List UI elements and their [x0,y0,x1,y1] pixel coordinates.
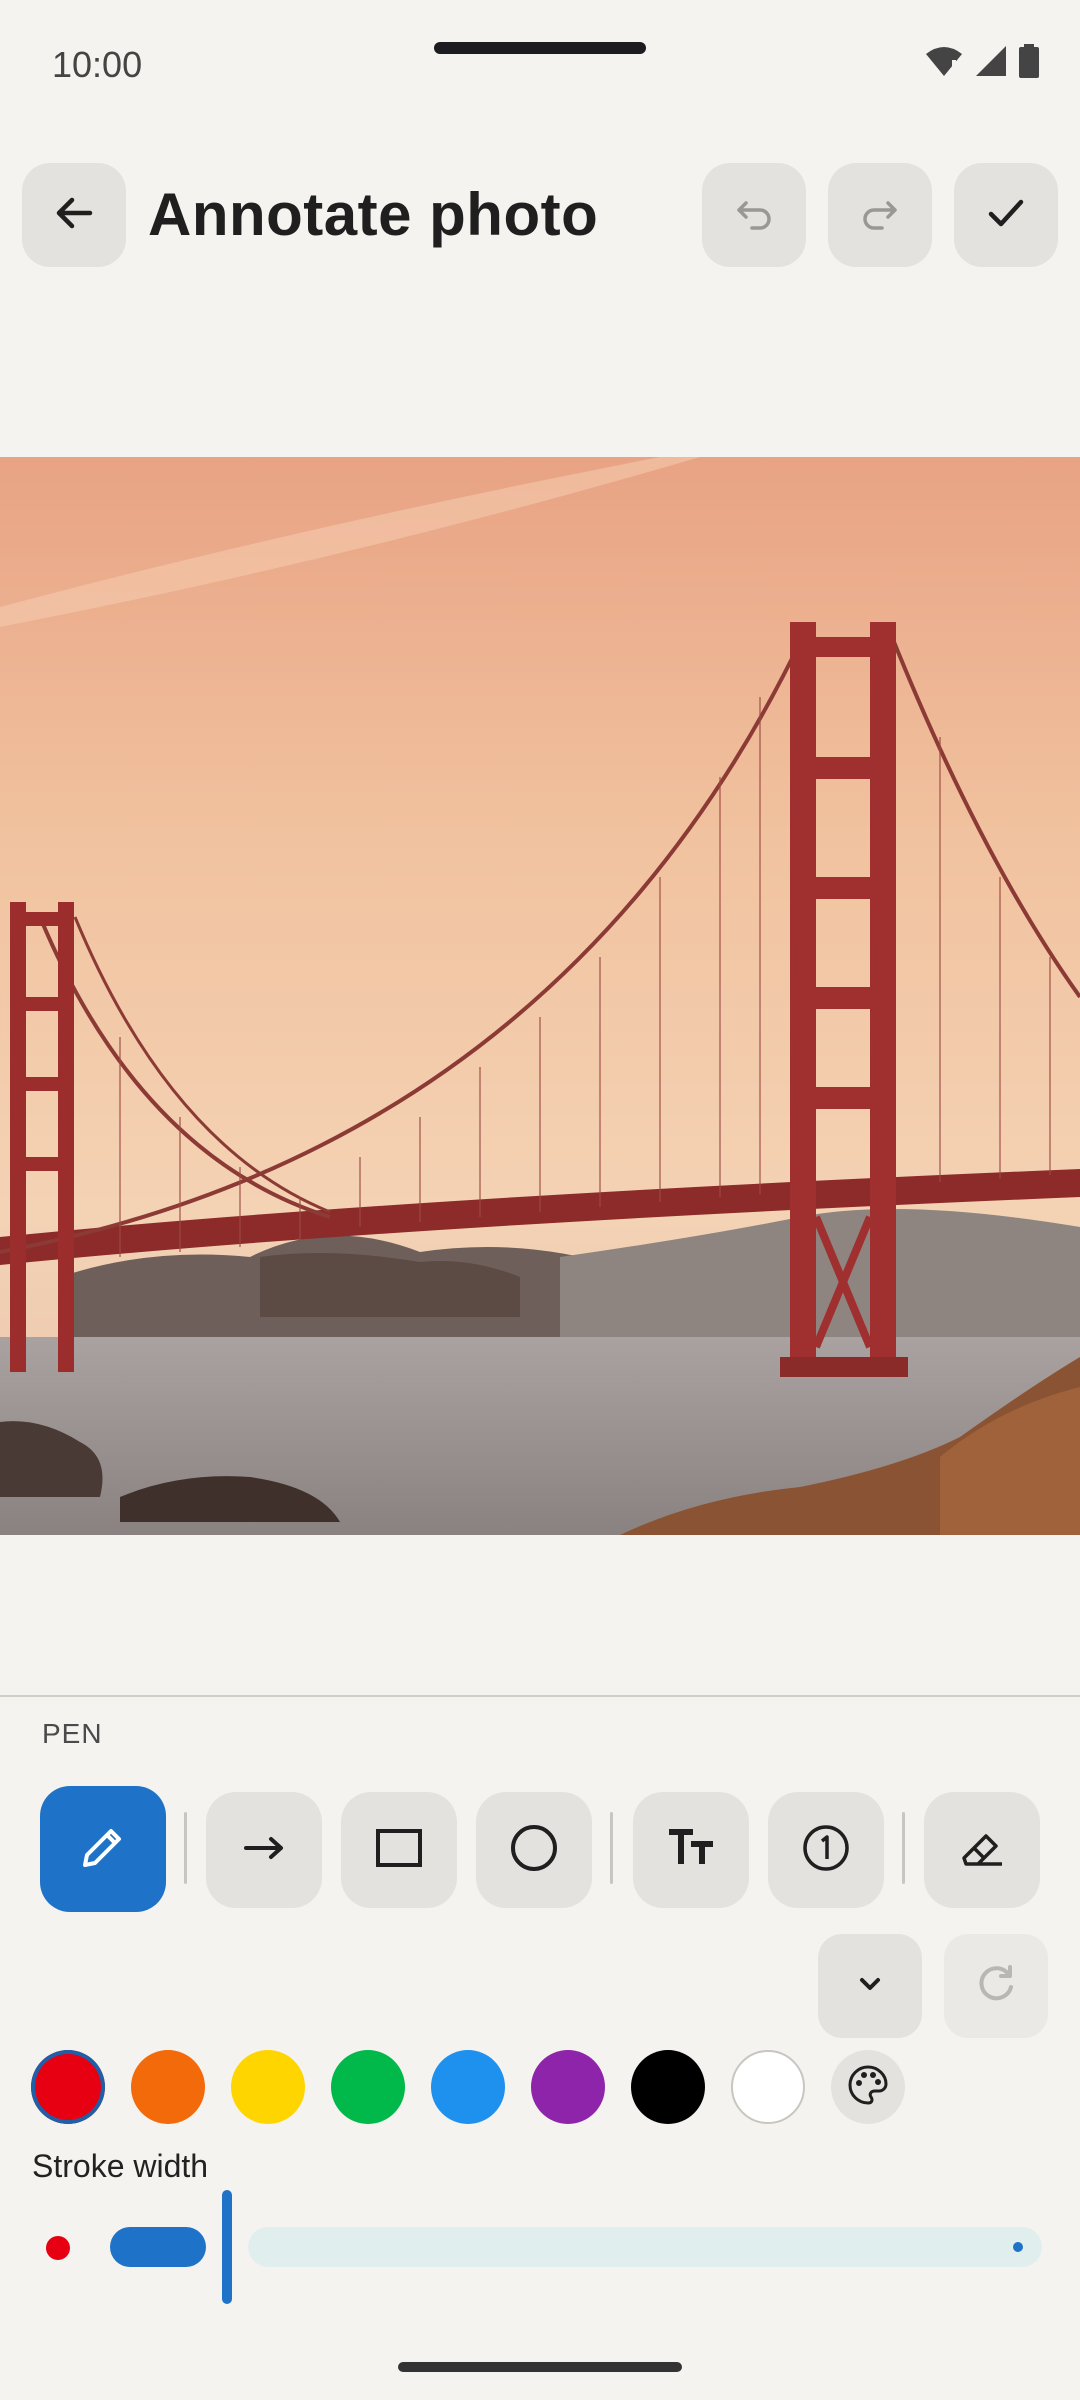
undo-button[interactable] [702,163,806,267]
status-icons [924,44,1040,83]
text-tool-button[interactable] [633,1792,749,1908]
numbered-circle-icon [800,1822,852,1879]
mode-label: PEN [42,1718,103,1749]
custom-color-button[interactable] [831,2050,905,2124]
undo-icon [730,189,778,242]
pencil-icon [75,1819,131,1880]
color-swatch-red[interactable] [31,2050,105,2124]
expand-button[interactable] [818,1934,922,2038]
color-swatch-white[interactable] [731,2050,805,2124]
stroke-width-slider-thumb[interactable] [222,2190,232,2304]
reset-button[interactable] [944,1934,1048,2038]
pen-tool-button[interactable] [40,1786,166,1912]
palette-icon [846,2063,890,2112]
check-icon [982,189,1030,242]
battery-icon [1018,44,1040,83]
circle-tool-button[interactable] [476,1792,592,1908]
arrow-tool-button[interactable] [206,1792,322,1908]
color-swatch-blue[interactable] [431,2050,505,2124]
redo-button[interactable] [828,163,932,267]
done-button[interactable] [954,163,1058,267]
arrow-back-icon [50,189,98,242]
slider-end-dot [1013,2242,1023,2252]
color-swatch-black[interactable] [631,2050,705,2124]
chevron-down-icon [850,1964,890,2009]
status-time: 10:00 [52,44,143,85]
color-swatch-green[interactable] [331,2050,405,2124]
bridge-photo [0,457,1080,1535]
page-title: Annotate photo [148,181,599,248]
color-swatch-orange[interactable] [131,2050,205,2124]
stroke-width-slider-track[interactable] [248,2227,1042,2267]
camera-notch [434,42,646,54]
back-button[interactable] [22,163,126,267]
signal-icon [974,44,1008,83]
home-indicator[interactable] [398,2362,682,2372]
photo-canvas[interactable] [0,457,1080,1535]
color-swatch-purple[interactable] [531,2050,605,2124]
panel-divider [0,1695,1080,1697]
text-icon [665,1822,717,1879]
app-bar: Annotate photo [0,160,1080,270]
circle-icon [508,1822,560,1879]
arrow-right-icon [240,1824,288,1877]
refresh-icon [973,1961,1019,2012]
stroke-width-label: Stroke width [32,2148,209,2184]
eraser-tool-button[interactable] [924,1792,1040,1908]
rectangle-icon [373,1822,425,1879]
stroke-preview-dot [46,2236,70,2260]
status-bar: 10:00 [0,0,1080,130]
stroke-width-slider-active[interactable] [110,2227,206,2267]
tool-separator [610,1812,613,1884]
rectangle-tool-button[interactable] [341,1792,457,1908]
step-number-tool-button[interactable] [768,1792,884,1908]
tool-separator [184,1812,187,1884]
wifi-icon [924,44,964,83]
tool-separator [902,1812,905,1884]
eraser-icon [956,1822,1008,1879]
color-swatch-yellow[interactable] [231,2050,305,2124]
redo-icon [856,189,904,242]
